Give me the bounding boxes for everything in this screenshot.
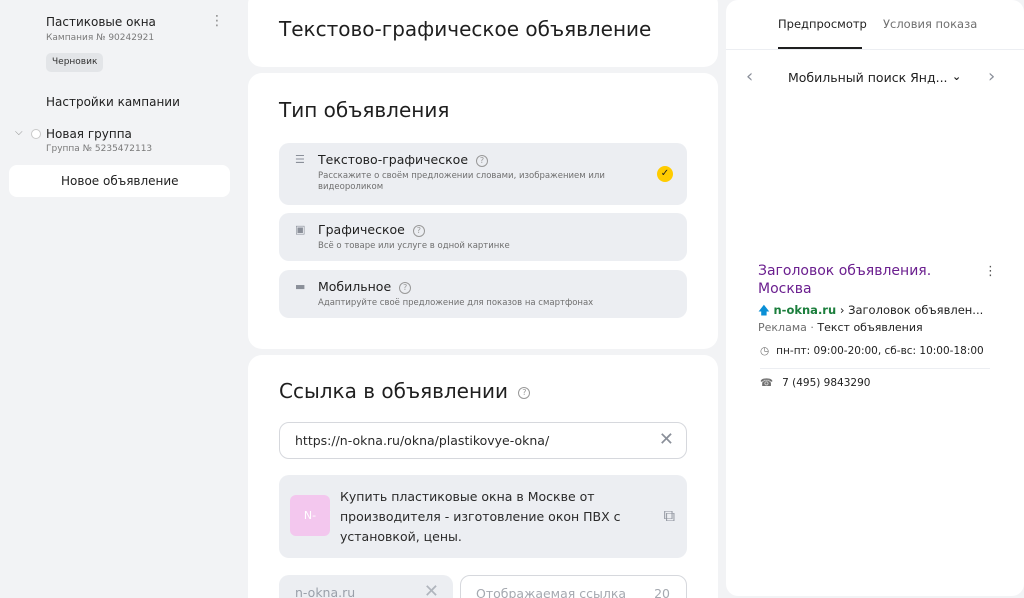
tab-preview[interactable]: Предпросмотр: [778, 17, 867, 31]
option-desc: Адаптируйте своё предложение для показов…: [318, 298, 594, 308]
campaign-settings-link[interactable]: Настройки кампании: [46, 95, 180, 109]
type-option-text-graphic[interactable]: ☰ Текстово-графическое ? Расскажите о св…: [279, 143, 687, 205]
display-link-input[interactable]: Отображаемая ссылка 20: [460, 575, 687, 598]
site-title: Купить пластиковые окна в Москве от прои…: [340, 489, 621, 544]
campaign-number: Кампания № 90242921: [46, 33, 155, 43]
option-name: Текстово-графическое ?: [318, 152, 488, 167]
display-link-placeholder: Отображаемая ссылка: [476, 586, 627, 598]
divider: [726, 49, 1024, 50]
chevron-down-icon[interactable]: ⌵: [15, 127, 23, 138]
url-value: https://n-okna.ru/okna/plastikovye-okna/: [295, 433, 550, 448]
option-desc: Всё о товаре или услуге в одной картинке: [318, 241, 510, 251]
clock-icon: ◷: [760, 345, 770, 357]
ad-type-card: Тип объявления ☰ Текстово-графическое ? …: [248, 73, 718, 349]
sidebar: Пастиковые окна Кампания № 90242921 ⋮ Че…: [0, 0, 240, 598]
chevron-down-icon[interactable]: ⌄: [952, 70, 961, 83]
help-icon[interactable]: ?: [518, 386, 531, 399]
ad-label: Реклама · Текст объявления: [758, 321, 923, 334]
site-favicon: N-: [290, 495, 330, 536]
link-card: Ссылка в объявлении ? https://n-okna.ru/…: [248, 355, 718, 598]
option-name: Мобильное ?: [318, 279, 412, 294]
ad-path: Заголовок объявлен...: [848, 303, 984, 317]
ad-hours: ◷ пн-пт: 09:00-20:00, сб-вс: 10:00-18:00: [760, 345, 984, 357]
group-title[interactable]: Новая группа: [46, 127, 132, 141]
text-graphic-icon: ☰: [295, 153, 305, 166]
header-card: Текстово-графическое объявление: [248, 0, 718, 67]
ad-domain: n-okna.ru: [773, 303, 837, 317]
type-option-mobile[interactable]: ▬ Мобильное ? Адаптируйте своё предложен…: [279, 270, 687, 318]
help-icon[interactable]: ?: [412, 224, 425, 237]
divider: [760, 368, 990, 369]
help-icon[interactable]: ?: [476, 154, 488, 167]
chevron-left-icon[interactable]: ‹: [746, 66, 753, 87]
ad-url[interactable]: 🡅 n-okna.ru › Заголовок объявлен...: [758, 303, 983, 322]
sidebar-item-new-ad[interactable]: Новое объявление: [9, 165, 230, 197]
option-desc: Расскажите о своём предложении словами, …: [318, 171, 605, 192]
device-select[interactable]: Мобильный поиск Янд...: [788, 70, 948, 85]
ad-phone[interactable]: ☎ 7 (495) 9843290: [760, 377, 870, 389]
option-name: Графическое ?: [318, 222, 425, 237]
tab-conditions[interactable]: Условия показа: [883, 17, 977, 31]
status-badge: Черновик: [46, 53, 104, 72]
phone-icon: ☎: [760, 377, 774, 389]
group-number: Группа № 5235472113: [46, 144, 153, 154]
check-icon: ✓: [657, 166, 673, 182]
site-preview: N- Купить пластиковые окна в Москве от п…: [279, 475, 687, 558]
ad-title[interactable]: Заголовок объявления. Москва: [758, 262, 958, 298]
page-title: Текстово-графическое объявление: [279, 17, 652, 41]
campaign-title[interactable]: Пастиковые окна: [46, 15, 156, 29]
favicon-icon: 🡅: [758, 303, 770, 317]
clear-icon[interactable]: ✕: [659, 429, 674, 450]
section-title: Ссылка в объявлении ?: [279, 379, 531, 403]
more-icon[interactable]: ⋮: [984, 264, 997, 279]
ad-text: Текст объявления: [817, 321, 923, 334]
section-title: Тип объявления: [279, 98, 450, 122]
type-option-graphic[interactable]: ▣ Графическое ? Всё о товаре или услуге …: [279, 213, 687, 261]
char-counter: 20: [654, 586, 670, 598]
chevron-right-icon[interactable]: ›: [988, 66, 995, 87]
external-link-icon[interactable]: ⧉: [664, 506, 675, 526]
sidebar-item-label: Новое объявление: [61, 174, 179, 188]
domain-value: n-okna.ru: [295, 585, 356, 598]
preview-panel: Предпросмотр Условия показа ‹ Мобильный …: [726, 0, 1024, 596]
help-icon[interactable]: ?: [399, 281, 412, 294]
domain-field[interactable]: n-okna.ru ✕: [279, 575, 453, 598]
url-input[interactable]: https://n-okna.ru/okna/plastikovye-okna/…: [279, 422, 687, 459]
mobile-icon: ▬: [295, 280, 306, 293]
image-icon: ▣: [295, 223, 306, 236]
more-icon[interactable]: ⋮: [210, 13, 224, 29]
clear-icon[interactable]: ✕: [424, 581, 439, 598]
group-status-icon: [31, 129, 41, 139]
